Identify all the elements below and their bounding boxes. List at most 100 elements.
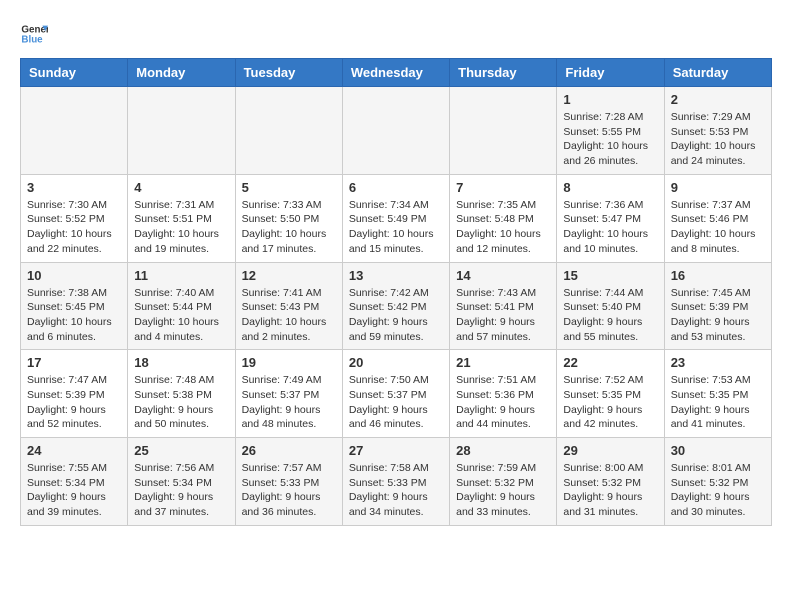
day-number: 2 bbox=[671, 92, 765, 107]
day-info: Sunrise: 7:44 AM Sunset: 5:40 PM Dayligh… bbox=[563, 286, 657, 345]
day-number: 17 bbox=[27, 355, 121, 370]
day-of-week-header: Monday bbox=[128, 59, 235, 87]
day-number: 11 bbox=[134, 268, 228, 283]
logo-icon: General Blue bbox=[20, 20, 48, 48]
calendar-cell: 14 Sunrise: 7:43 AM Sunset: 5:41 PM Dayli… bbox=[450, 262, 557, 350]
day-info: Sunrise: 7:58 AM Sunset: 5:33 PM Dayligh… bbox=[349, 461, 443, 520]
day-number: 10 bbox=[27, 268, 121, 283]
calendar-cell: 9 Sunrise: 7:37 AM Sunset: 5:46 PM Daylig… bbox=[664, 174, 771, 262]
calendar-cell: 13 Sunrise: 7:42 AM Sunset: 5:42 PM Dayli… bbox=[342, 262, 449, 350]
day-info: Sunrise: 7:45 AM Sunset: 5:39 PM Dayligh… bbox=[671, 286, 765, 345]
calendar-cell: 10Sunrise: 7:38 AM Sunset: 5:45 PM Dayli… bbox=[21, 262, 128, 350]
day-info: Sunrise: 7:40 AM Sunset: 5:44 PM Dayligh… bbox=[134, 286, 228, 345]
day-info: Sunrise: 7:34 AM Sunset: 5:49 PM Dayligh… bbox=[349, 198, 443, 257]
day-info: Sunrise: 7:43 AM Sunset: 5:41 PM Dayligh… bbox=[456, 286, 550, 345]
day-number: 28 bbox=[456, 443, 550, 458]
day-number: 6 bbox=[349, 180, 443, 195]
day-info: Sunrise: 7:30 AM Sunset: 5:52 PM Dayligh… bbox=[27, 198, 121, 257]
calendar-cell: 26 Sunrise: 7:57 AM Sunset: 5:33 PM Dayli… bbox=[235, 438, 342, 526]
day-info: Sunrise: 8:01 AM Sunset: 5:32 PM Dayligh… bbox=[671, 461, 765, 520]
day-info: Sunrise: 7:42 AM Sunset: 5:42 PM Dayligh… bbox=[349, 286, 443, 345]
day-number: 12 bbox=[242, 268, 336, 283]
day-number: 18 bbox=[134, 355, 228, 370]
day-info: Sunrise: 7:56 AM Sunset: 5:34 PM Dayligh… bbox=[134, 461, 228, 520]
day-info: Sunrise: 7:31 AM Sunset: 5:51 PM Dayligh… bbox=[134, 198, 228, 257]
calendar-cell: 6 Sunrise: 7:34 AM Sunset: 5:49 PM Daylig… bbox=[342, 174, 449, 262]
day-number: 22 bbox=[563, 355, 657, 370]
day-of-week-header: Thursday bbox=[450, 59, 557, 87]
day-number: 25 bbox=[134, 443, 228, 458]
calendar-table: SundayMondayTuesdayWednesdayThursdayFrid… bbox=[20, 58, 772, 526]
day-number: 8 bbox=[563, 180, 657, 195]
calendar-cell: 11 Sunrise: 7:40 AM Sunset: 5:44 PM Dayli… bbox=[128, 262, 235, 350]
day-number: 13 bbox=[349, 268, 443, 283]
day-info: Sunrise: 7:41 AM Sunset: 5:43 PM Dayligh… bbox=[242, 286, 336, 345]
day-info: Sunrise: 7:49 AM Sunset: 5:37 PM Dayligh… bbox=[242, 373, 336, 432]
calendar-cell: 5 Sunrise: 7:33 AM Sunset: 5:50 PM Daylig… bbox=[235, 174, 342, 262]
svg-text:Blue: Blue bbox=[21, 34, 43, 45]
day-of-week-header: Sunday bbox=[21, 59, 128, 87]
day-info: Sunrise: 7:29 AM Sunset: 5:53 PM Dayligh… bbox=[671, 110, 765, 169]
day-number: 23 bbox=[671, 355, 765, 370]
calendar-cell: 16 Sunrise: 7:45 AM Sunset: 5:39 PM Dayli… bbox=[664, 262, 771, 350]
day-info: Sunrise: 7:59 AM Sunset: 5:32 PM Dayligh… bbox=[456, 461, 550, 520]
calendar-cell: 27 Sunrise: 7:58 AM Sunset: 5:33 PM Dayli… bbox=[342, 438, 449, 526]
calendar-cell: 21 Sunrise: 7:51 AM Sunset: 5:36 PM Dayli… bbox=[450, 350, 557, 438]
day-number: 16 bbox=[671, 268, 765, 283]
day-number: 3 bbox=[27, 180, 121, 195]
day-info: Sunrise: 7:33 AM Sunset: 5:50 PM Dayligh… bbox=[242, 198, 336, 257]
calendar-cell: 2 Sunrise: 7:29 AM Sunset: 5:53 PM Daylig… bbox=[664, 87, 771, 175]
day-of-week-header: Tuesday bbox=[235, 59, 342, 87]
calendar-cell: 18Sunrise: 7:48 AM Sunset: 5:38 PM Dayli… bbox=[128, 350, 235, 438]
calendar-cell: 24 Sunrise: 7:55 AM Sunset: 5:34 PM Dayli… bbox=[21, 438, 128, 526]
day-info: Sunrise: 8:00 AM Sunset: 5:32 PM Dayligh… bbox=[563, 461, 657, 520]
day-number: 27 bbox=[349, 443, 443, 458]
day-of-week-header: Friday bbox=[557, 59, 664, 87]
day-number: 21 bbox=[456, 355, 550, 370]
day-info: Sunrise: 7:51 AM Sunset: 5:36 PM Dayligh… bbox=[456, 373, 550, 432]
logo: General Blue bbox=[20, 20, 52, 48]
day-number: 29 bbox=[563, 443, 657, 458]
calendar-cell: 12 Sunrise: 7:41 AM Sunset: 5:43 PM Dayli… bbox=[235, 262, 342, 350]
calendar-cell: 29 Sunrise: 8:00 AM Sunset: 5:32 PM Dayli… bbox=[557, 438, 664, 526]
calendar-cell bbox=[342, 87, 449, 175]
calendar-cell: 19 Sunrise: 7:49 AM Sunset: 5:37 PM Dayli… bbox=[235, 350, 342, 438]
day-number: 20 bbox=[349, 355, 443, 370]
calendar-cell: 30 Sunrise: 8:01 AM Sunset: 5:32 PM Dayli… bbox=[664, 438, 771, 526]
calendar-cell bbox=[235, 87, 342, 175]
day-number: 15 bbox=[563, 268, 657, 283]
calendar-cell bbox=[21, 87, 128, 175]
day-number: 5 bbox=[242, 180, 336, 195]
calendar-cell: 3 Sunrise: 7:30 AM Sunset: 5:52 PM Daylig… bbox=[21, 174, 128, 262]
calendar-cell: 28 Sunrise: 7:59 AM Sunset: 5:32 PM Dayli… bbox=[450, 438, 557, 526]
day-of-week-header: Wednesday bbox=[342, 59, 449, 87]
day-number: 19 bbox=[242, 355, 336, 370]
calendar-cell: 15 Sunrise: 7:44 AM Sunset: 5:40 PM Dayli… bbox=[557, 262, 664, 350]
day-number: 9 bbox=[671, 180, 765, 195]
day-info: Sunrise: 7:37 AM Sunset: 5:46 PM Dayligh… bbox=[671, 198, 765, 257]
calendar-cell: 1Sunrise: 7:28 AM Sunset: 5:55 PM Daylig… bbox=[557, 87, 664, 175]
calendar-cell: 7 Sunrise: 7:35 AM Sunset: 5:48 PM Daylig… bbox=[450, 174, 557, 262]
day-info: Sunrise: 7:36 AM Sunset: 5:47 PM Dayligh… bbox=[563, 198, 657, 257]
calendar-cell bbox=[128, 87, 235, 175]
day-info: Sunrise: 7:35 AM Sunset: 5:48 PM Dayligh… bbox=[456, 198, 550, 257]
day-info: Sunrise: 7:50 AM Sunset: 5:37 PM Dayligh… bbox=[349, 373, 443, 432]
calendar-cell bbox=[450, 87, 557, 175]
calendar-cell: 23 Sunrise: 7:53 AM Sunset: 5:35 PM Dayli… bbox=[664, 350, 771, 438]
day-number: 30 bbox=[671, 443, 765, 458]
day-info: Sunrise: 7:53 AM Sunset: 5:35 PM Dayligh… bbox=[671, 373, 765, 432]
day-number: 26 bbox=[242, 443, 336, 458]
calendar-cell: 8 Sunrise: 7:36 AM Sunset: 5:47 PM Daylig… bbox=[557, 174, 664, 262]
calendar-cell: 20 Sunrise: 7:50 AM Sunset: 5:37 PM Dayli… bbox=[342, 350, 449, 438]
day-info: Sunrise: 7:55 AM Sunset: 5:34 PM Dayligh… bbox=[27, 461, 121, 520]
day-number: 24 bbox=[27, 443, 121, 458]
day-of-week-header: Saturday bbox=[664, 59, 771, 87]
calendar-cell: 25 Sunrise: 7:56 AM Sunset: 5:34 PM Dayli… bbox=[128, 438, 235, 526]
day-info: Sunrise: 7:57 AM Sunset: 5:33 PM Dayligh… bbox=[242, 461, 336, 520]
day-number: 7 bbox=[456, 180, 550, 195]
calendar-cell: 22 Sunrise: 7:52 AM Sunset: 5:35 PM Dayli… bbox=[557, 350, 664, 438]
calendar-cell: 4Sunrise: 7:31 AM Sunset: 5:51 PM Daylig… bbox=[128, 174, 235, 262]
day-info: Sunrise: 7:52 AM Sunset: 5:35 PM Dayligh… bbox=[563, 373, 657, 432]
day-number: 14 bbox=[456, 268, 550, 283]
calendar-cell: 17Sunrise: 7:47 AM Sunset: 5:39 PM Dayli… bbox=[21, 350, 128, 438]
